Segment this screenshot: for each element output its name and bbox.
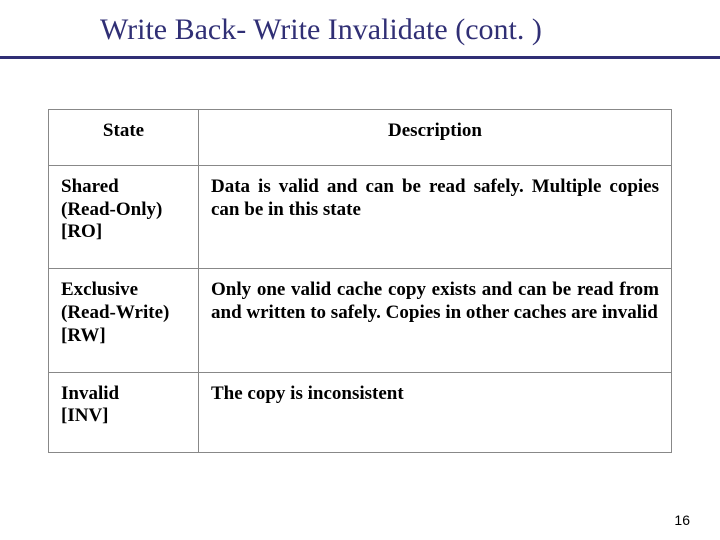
page-number: 16: [674, 512, 690, 528]
header-desc: Description: [199, 110, 672, 166]
cell-state: Invalid[INV]: [49, 372, 199, 453]
title-underline: [0, 56, 720, 59]
table-row: Invalid[INV] The copy is inconsistent: [49, 372, 672, 453]
cell-desc: The copy is inconsistent: [199, 372, 672, 453]
slide: Write Back- Write Invalidate (cont. ) St…: [0, 0, 720, 540]
cell-desc: Data is valid and can be read safely. Mu…: [199, 165, 672, 268]
state-table: State Description Shared(Read-Only)[RO] …: [48, 109, 672, 453]
table-wrap: State Description Shared(Read-Only)[RO] …: [30, 109, 690, 453]
table-row: Shared(Read-Only)[RO] Data is valid and …: [49, 165, 672, 268]
page-title: Write Back- Write Invalidate (cont. ): [30, 12, 690, 54]
cell-state: Shared(Read-Only)[RO]: [49, 165, 199, 268]
table-row: Exclusive(Read-Write)[RW] Only one valid…: [49, 269, 672, 372]
table-header-row: State Description: [49, 110, 672, 166]
header-state: State: [49, 110, 199, 166]
cell-state: Exclusive(Read-Write)[RW]: [49, 269, 199, 372]
cell-desc: Only one valid cache copy exists and can…: [199, 269, 672, 372]
